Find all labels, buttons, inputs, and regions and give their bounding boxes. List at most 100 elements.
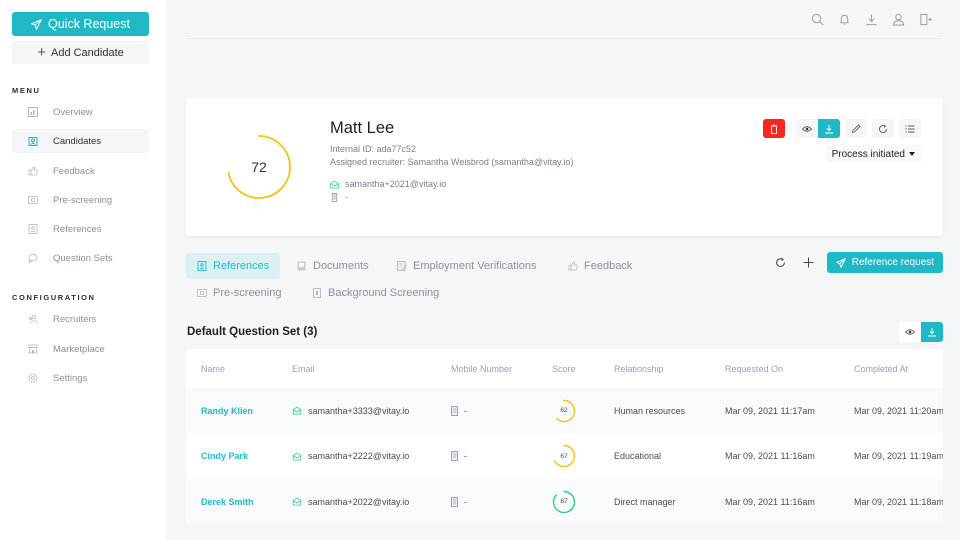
add-candidate-button[interactable]: + Add Candidate: [12, 41, 149, 64]
column-header-completed-at[interactable]: Completed At: [854, 364, 908, 374]
column-header-relationship[interactable]: Relationship: [614, 364, 664, 374]
references-icon: [12, 224, 53, 234]
reference-completed-at: Mar 09, 2021 11:18am: [854, 496, 943, 507]
download-icon: [825, 124, 833, 133]
sidebar-item-settings[interactable]: Settings: [12, 366, 149, 390]
reference-email[interactable]: samantha+3333@vitay.io: [308, 406, 409, 416]
reference-requested-on: Mar 09, 2021 11:16am: [725, 496, 815, 507]
references-table: Name Email Mobile Number Score Relations…: [186, 349, 943, 524]
reference-mobile: -: [464, 496, 467, 507]
candidate-score: 72: [251, 159, 267, 175]
sidebar-item-label: Pre-screening: [53, 194, 113, 206]
reference-email-cell: samantha+3333@vitay.io: [292, 406, 409, 416]
table-row[interactable]: Cindy Park samantha+2222@vitay.io - 67 E…: [186, 433, 943, 479]
reference-mobile: -: [464, 405, 467, 416]
table-row[interactable]: Derek Smith samantha+2022@vitay.io - 87 …: [186, 479, 943, 524]
reference-score-cell: 62: [552, 399, 576, 423]
view-button[interactable]: [796, 119, 818, 138]
sidebar-item-marketplace[interactable]: Marketplace: [12, 337, 149, 361]
internal-id: Internal ID: ada77c52: [330, 144, 417, 154]
sidebar-item-question-sets[interactable]: Question Sets: [12, 246, 149, 270]
list-button[interactable]: [899, 119, 921, 138]
reference-request-button[interactable]: Reference request: [826, 252, 943, 273]
sidebar-item-feedback[interactable]: Feedback: [12, 159, 149, 183]
pencil-icon: [851, 123, 861, 133]
download-icon: [928, 328, 936, 337]
send-icon: [31, 18, 42, 30]
delete-button[interactable]: [763, 119, 785, 138]
candidate-actions: [763, 119, 921, 138]
table-row[interactable]: Randy Klien samantha+3333@vitay.io - 62 …: [186, 388, 943, 433]
question-set-tools: [899, 322, 943, 342]
reference-mobile-cell: -: [451, 451, 467, 461]
tab-feedback[interactable]: Feedback: [557, 253, 643, 279]
thumbs-up-icon: [12, 166, 53, 176]
plus-icon: +: [37, 44, 46, 61]
refresh-references-button[interactable]: [767, 253, 795, 273]
list-icon: [905, 124, 915, 133]
tab-tools: Reference request: [767, 252, 943, 273]
quick-request-button[interactable]: Quick Request: [12, 12, 149, 36]
eye-icon: [802, 125, 812, 132]
download-button[interactable]: [818, 119, 840, 138]
sidebar-item-candidates[interactable]: Candidates: [12, 129, 149, 153]
reference-email[interactable]: samantha+2222@vitay.io: [308, 451, 409, 461]
tab-label: Feedback: [584, 260, 633, 272]
chart-icon: [12, 107, 53, 117]
candidate-mobile: -: [345, 192, 348, 202]
reference-email[interactable]: samantha+2022@vitay.io: [308, 497, 409, 507]
column-header-mobile[interactable]: Mobile Number: [451, 364, 512, 374]
tab-employment-verifications[interactable]: Employment Verifications: [386, 253, 548, 279]
tab-documents[interactable]: Documents: [286, 253, 380, 279]
tab-label: Pre-screening: [213, 287, 282, 299]
reference-score: 87: [560, 498, 568, 505]
tab-references[interactable]: References: [186, 253, 281, 279]
reference-score-cell: 67: [552, 444, 576, 468]
tab-background-screening[interactable]: Background Screening: [301, 280, 450, 306]
status-dropdown[interactable]: Process initiated: [825, 145, 921, 163]
table-scroll-edge: [943, 349, 960, 524]
reference-name[interactable]: Cindy Park: [201, 451, 248, 461]
sidebar-item-label: Feedback: [53, 165, 95, 177]
prescreening-icon: [12, 195, 53, 205]
sidebar-item-recruiters[interactable]: Recruiters: [12, 307, 149, 331]
trash-icon: [771, 124, 777, 134]
phone-icon: [331, 192, 338, 202]
phone-icon: [451, 451, 458, 461]
reference-mobile-cell: -: [451, 405, 467, 416]
reference-name[interactable]: Derek Smith: [201, 497, 254, 507]
candidate-email[interactable]: samantha+2021@vitay.io: [345, 179, 446, 189]
logout-icon[interactable]: [918, 12, 932, 26]
tab-label: Employment Verifications: [413, 260, 537, 272]
reference-relationship: Direct manager: [614, 496, 676, 507]
reference-score: 67: [560, 452, 568, 460]
bell-icon[interactable]: [837, 12, 851, 26]
documents-icon: [297, 261, 306, 271]
edit-button[interactable]: [845, 119, 867, 138]
view-question-set-button[interactable]: [899, 322, 921, 342]
refresh-button[interactable]: [872, 119, 894, 138]
column-header-score[interactable]: Score: [552, 364, 576, 374]
sidebar-item-pre-screening[interactable]: Pre-screening: [12, 188, 149, 212]
reference-requested-on: Mar 09, 2021 11:17am: [725, 405, 815, 416]
download-icon[interactable]: [864, 12, 878, 26]
column-header-email[interactable]: Email: [292, 364, 315, 374]
search-icon[interactable]: [810, 12, 824, 26]
mail-icon: [292, 452, 302, 461]
column-header-requested-on[interactable]: Requested On: [725, 364, 783, 374]
tab-pre-screening[interactable]: Pre-screening: [186, 280, 292, 306]
status-value: Process initiated: [831, 148, 905, 160]
sidebar-item-label: References: [53, 223, 102, 235]
tab-label: Background Screening: [328, 287, 440, 299]
column-header-name[interactable]: Name: [201, 364, 225, 374]
sidebar-item-references[interactable]: References: [12, 217, 149, 241]
add-reference-button[interactable]: [795, 253, 823, 273]
background-icon: [313, 288, 321, 298]
reference-score: 62: [560, 407, 568, 414]
sidebar-item-label: Marketplace: [53, 343, 105, 355]
download-question-set-button[interactable]: [921, 322, 943, 342]
reference-name[interactable]: Randy Klien: [201, 406, 253, 416]
user-icon[interactable]: [891, 12, 905, 26]
candidates-icon: [12, 136, 53, 146]
sidebar-item-overview[interactable]: Overview: [12, 100, 149, 124]
